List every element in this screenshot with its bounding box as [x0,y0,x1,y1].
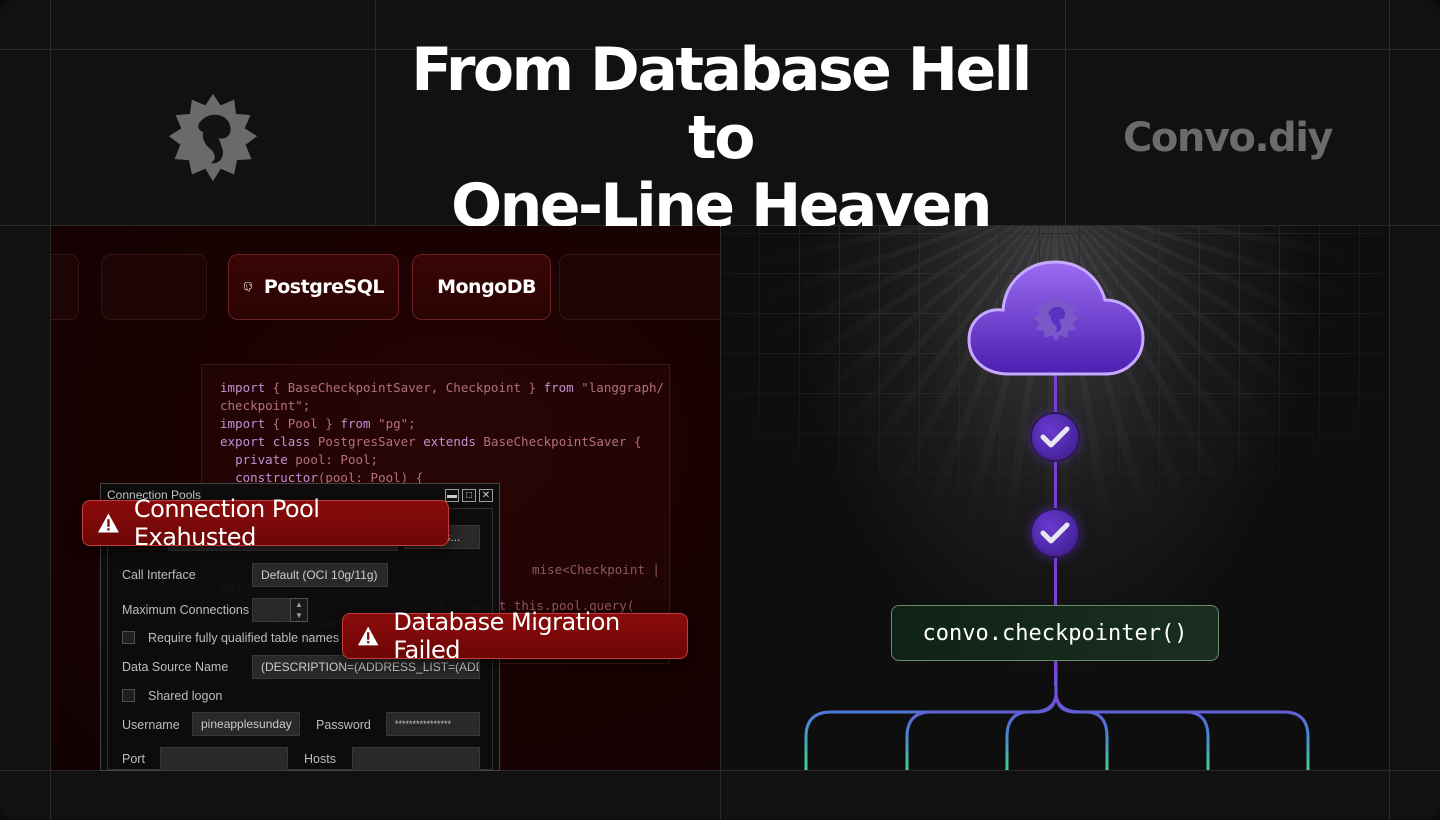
call-interface-label: Call Interface [122,568,196,582]
mongodb-label: MongoDB [437,276,536,298]
minimize-button[interactable]: ▬ [445,488,459,502]
code-line: private pool: Pool; [235,452,379,467]
database-tab-placeholder [559,254,720,320]
warning-icon [97,513,119,533]
convo-solution-panel: convo.checkpointer() [721,226,1389,770]
seahorse-burst-icon [168,93,258,181]
hero-canvas: From Database Hell to One-Line Heaven Co… [0,0,1440,820]
postgresql-label: PostgreSQL [263,276,385,298]
tab-mongodb[interactable]: MongoDB [412,254,551,320]
require-qualified-label: Require fully qualified table names [148,631,340,645]
shared-logon-label: Shared logon [148,689,223,703]
branch-connectors [804,662,1310,770]
pool-exhausted-text: Connection Pool Exahusted [133,495,320,551]
maximize-button[interactable]: □ [462,488,476,502]
close-button[interactable]: ✕ [479,488,493,502]
code-line: checkpoint"; [220,398,311,413]
code-line: export class PostgresSaver extends BaseC… [220,434,642,449]
password-label: Password [316,718,371,732]
username-label: Username [122,718,180,732]
migration-failed-alert: Database Migration Failed [342,608,688,664]
username-field[interactable]: pineapplesunday [192,712,300,736]
code-line: import { BaseCheckpointSaver, Checkpoint… [220,380,665,395]
code-line: import { Pool } from "pg"; [220,416,416,431]
hosts-label: Hosts [304,752,336,766]
pool-exhausted-alert: Connection Pool Exahusted [82,495,449,551]
password-field[interactable]: **************** [386,712,480,736]
port-field[interactable] [160,747,288,771]
call-interface-select[interactable]: Default (OCI 10g/11g) [252,563,388,587]
code-fragment: mise<Checkpoint | [532,562,660,577]
port-label: Port [122,752,145,766]
warning-icon [357,626,379,646]
migration-failed-text: Database Migration Failed [393,608,620,664]
logo-cell [51,50,375,225]
max-connections-label: Maximum Connections [122,603,250,617]
shared-logon-checkbox[interactable] [122,689,135,702]
data-source-label: Data Source Name [122,660,229,674]
title-line-1: From Database Hell to [411,34,1032,173]
database-tab-placeholder [101,254,207,320]
check-icon [1030,412,1080,462]
stepper-arrows-icon[interactable]: ▲ ▼ [290,598,308,622]
tab-postgresql[interactable]: PostgreSQL [228,254,399,320]
cloud-icon [967,260,1145,376]
check-icon [1030,508,1080,558]
hosts-field[interactable] [352,747,480,771]
require-qualified-checkbox[interactable] [122,631,135,644]
brand-wordmark: Convo.diy [1123,114,1333,161]
database-tab-placeholder [51,254,79,320]
frame-line [1389,0,1390,820]
postgresql-elephant-icon [243,281,253,292]
page-title: From Database Hell to One-Line Heaven [376,36,1065,240]
checkpointer-command: convo.checkpointer() [891,605,1219,661]
